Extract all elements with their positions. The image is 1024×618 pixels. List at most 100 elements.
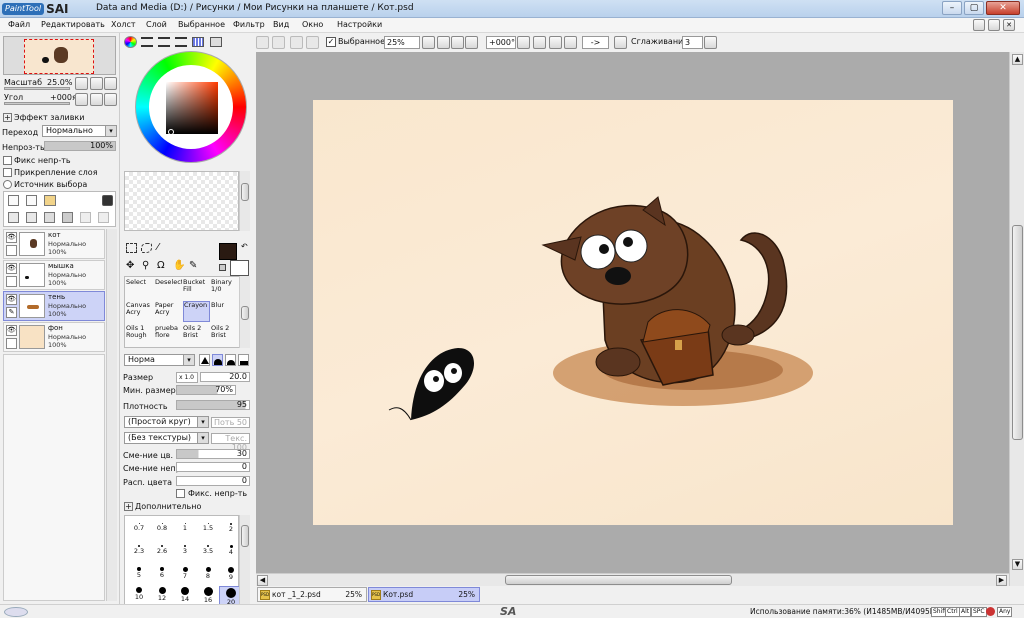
brush-texture-select[interactable]: (Без текстуры) [124,432,209,444]
saturation-value-square[interactable] [166,82,218,134]
rotation-field[interactable]: +000° [486,36,516,49]
density-slider[interactable]: 95 [176,400,250,410]
doc-minimize-button[interactable] [973,19,985,31]
smoothing-field[interactable]: 3 [682,36,703,49]
foreground-color-swatch[interactable] [219,243,237,260]
size-multiplier[interactable]: x 1.0 [176,372,198,383]
brush-size-preset[interactable]: 0.7 [127,520,151,540]
menu-layer[interactable]: Слой [146,20,167,29]
hsv-slider-tab-icon[interactable] [158,37,170,47]
canvas-vertical-scrollbar[interactable]: ▲ ▼ [1009,52,1024,586]
scale-slider[interactable] [4,87,70,90]
brush-texture-amount[interactable]: Текс. 100 [211,433,250,452]
transparent-color-icon[interactable] [219,264,226,271]
brush-size-preset[interactable]: 16 [196,586,220,606]
navigator-preview[interactable] [3,36,116,75]
layer-row[interactable]: 👁 фон Нормально 100% [3,322,105,352]
visibility-eye-icon[interactable]: 👁 [6,232,17,243]
edge-flat-icon[interactable] [238,354,249,366]
brush-size-preset[interactable]: 1 [173,520,197,540]
size-presets-scrollbar[interactable] [239,515,250,605]
dilution-slider[interactable]: 0 [176,462,250,472]
brush-size-preset[interactable]: 10 [127,586,151,606]
brush-mode-select[interactable]: Норма [124,354,195,366]
layer-mask-icon[interactable] [102,195,113,206]
angle-reset-button[interactable] [104,93,117,106]
rotate-ccw-button[interactable] [75,93,88,106]
visibility-eye-icon[interactable]: 👁 [6,294,17,305]
brush-edit-icon[interactable]: ✎ [6,307,17,318]
rotate-left-button[interactable] [533,36,546,49]
tool-canvas-acrylic[interactable]: Canvas Acry [126,302,153,323]
advanced-settings-label[interactable]: Дополнительно [135,502,201,511]
brush-size-preset[interactable]: 2.6 [150,542,174,562]
tool-crayon-active[interactable]: Crayon [183,301,210,322]
size-slider[interactable]: 20.0 [200,372,250,382]
zoom-in-button[interactable] [451,36,464,49]
menu-window[interactable]: Окно [302,20,323,29]
tool-oils-bristle[interactable]: Oils 2 Brist [183,325,210,346]
expand-icon[interactable]: + [3,113,12,122]
close-button[interactable]: ✕ [986,1,1020,15]
doc-close-button[interactable]: ✕ [1003,19,1015,31]
tool-binary[interactable]: Binary 1/0 [211,279,238,300]
zoom-field[interactable]: 25% [384,36,420,49]
eyedropper-icon[interactable]: ✎ [189,260,197,271]
selection-visible-checkbox[interactable]: ✓ [326,37,336,47]
menu-filter[interactable]: Фильтр [233,20,265,29]
transfer-down-icon[interactable] [8,212,19,223]
lock-icon[interactable] [6,276,17,287]
redo-button[interactable] [272,36,285,49]
hand-tool-icon[interactable]: ✋ [173,260,185,271]
opacity-slider[interactable]: 100% [44,141,116,151]
lock-icon[interactable] [6,245,17,256]
new-linework-layer-icon[interactable] [26,195,37,206]
menu-edit[interactable]: Редактировать [41,20,105,29]
deselect-button[interactable] [290,36,303,49]
selection-source-checkbox[interactable] [3,180,12,189]
edge-soft-icon[interactable] [225,354,236,366]
brush-size-preset[interactable]: 2.3 [127,542,151,562]
angle-slider[interactable] [4,102,70,105]
edge-hard-icon[interactable] [199,354,210,366]
new-layer-icon[interactable] [8,195,19,206]
new-folder-icon[interactable] [44,195,56,206]
magic-wand-icon[interactable]: ⁄ [157,242,159,253]
blending-slider[interactable]: 30 [176,449,250,459]
tool-paper-acrylic[interactable]: Paper Acry [155,302,182,323]
brush-size-preset[interactable]: 7 [173,564,197,584]
scratchpad-tab-icon[interactable] [210,37,222,47]
invert-selection-button[interactable] [306,36,319,49]
expand-icon[interactable]: + [124,502,133,511]
scroll-down-icon[interactable]: ▼ [1012,559,1023,570]
tool-oils-rough[interactable]: Oils 1 Rough [126,325,153,346]
layer-row-active[interactable]: 👁 ✎ тень Нормально 100% [3,291,105,321]
tool-bucket[interactable]: Bucket Fill [183,279,210,300]
flip-button[interactable]: -> [582,36,609,49]
rotate-tool-icon[interactable]: Ω [157,260,165,271]
scale-reset-button[interactable] [104,77,117,90]
lock-opacity-checkbox[interactable] [3,156,12,165]
layer-scrollbar[interactable] [106,229,117,601]
scale-zoom-out-button[interactable] [75,77,88,90]
canvas-horizontal-scrollbar[interactable]: ◀ ▶ [256,573,1009,586]
visibility-eye-icon[interactable]: 👁 [6,325,17,336]
keep-opacity-checkbox[interactable] [176,489,185,498]
merge-down-icon[interactable] [26,212,37,223]
scroll-left-icon[interactable]: ◀ [257,575,268,586]
brush-size-preset[interactable]: 0.8 [150,520,174,540]
edge-medium-icon[interactable] [212,354,223,366]
menu-file[interactable]: Файл [8,20,30,29]
persistence-slider[interactable]: 0 [176,476,250,486]
horizontal-scroll-thumb[interactable] [505,575,732,585]
brush-shape-select[interactable]: (Простой круг) [124,416,209,428]
brush-size-preset[interactable]: 6 [150,564,174,584]
move-tool-icon[interactable]: ✥ [126,260,134,271]
minimize-button[interactable]: – [942,1,962,15]
color-picker-handle[interactable] [168,129,174,135]
zoom-dropdown-button[interactable] [422,36,435,49]
brush-size-preset[interactable]: 5 [127,564,151,584]
tool-grid-scrollbar[interactable] [239,276,250,348]
zoom-tool-icon[interactable]: ⚲ [142,260,149,271]
tool-oils-bristle-2[interactable]: Oils 2 Brist [211,325,238,346]
